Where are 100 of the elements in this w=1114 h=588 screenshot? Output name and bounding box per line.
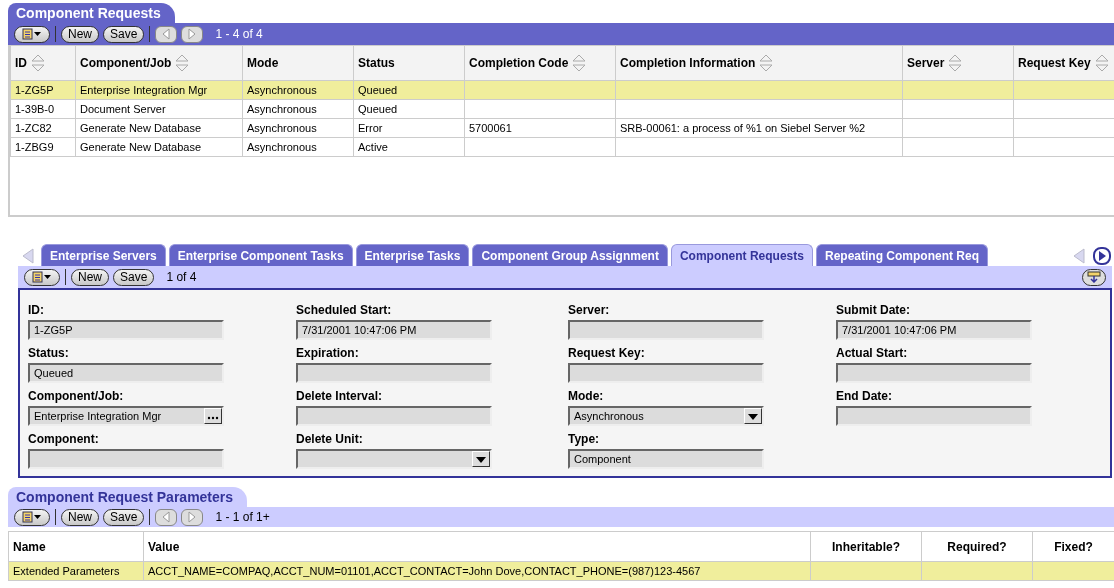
text-field[interactable] [296, 406, 492, 426]
table-cell: Active [353, 137, 465, 157]
table-cell: Queued [353, 99, 465, 119]
picker-field[interactable]: Enterprise Integration Mgr [28, 406, 224, 426]
field-label: Server: [568, 303, 610, 317]
table-cell: 1-ZC82 [10, 118, 76, 138]
field-label: Submit Date: [836, 303, 910, 317]
tab[interactable]: Component Group Assignment [472, 244, 668, 266]
sort-icon [1094, 54, 1109, 72]
text-field[interactable] [836, 363, 1032, 383]
column-header[interactable]: Component/Job [75, 45, 243, 81]
column-header[interactable]: Request Key [1013, 45, 1114, 81]
tab[interactable]: Repeating Component Req [815, 244, 988, 266]
caret-icon [474, 454, 488, 464]
save-button[interactable]: Save [103, 508, 145, 526]
menu-icon [32, 271, 52, 283]
sort-icon [572, 54, 587, 72]
left-arrow-icon [161, 511, 172, 523]
left-arrow-icon [1071, 247, 1087, 265]
collapse-icon [1087, 271, 1101, 283]
dropdown-field[interactable] [296, 449, 492, 469]
table-cell: Asynchronous [242, 118, 354, 138]
next-button[interactable] [181, 508, 204, 526]
menu-button[interactable] [24, 268, 60, 286]
tab[interactable]: Enterprise Component Tasks [168, 244, 353, 266]
column-header[interactable]: Value [143, 531, 811, 562]
left-arrow-icon [161, 28, 172, 40]
caret-icon [746, 411, 760, 421]
field-label: Component/Job: [28, 389, 124, 403]
record-count: 1 of 4 [166, 270, 197, 284]
menu-icon [22, 511, 42, 523]
new-button[interactable]: New [61, 25, 99, 43]
column-header[interactable]: Mode [242, 45, 354, 81]
field-label: Delete Unit: [296, 432, 363, 446]
text-field[interactable] [836, 406, 1032, 426]
field-label: Mode: [568, 389, 604, 403]
right-arrow-icon [187, 511, 198, 523]
field-label: Type: [568, 432, 600, 446]
column-header[interactable]: Server [902, 45, 1014, 81]
column-header[interactable]: Required? [921, 531, 1033, 562]
table-cell: 1-ZBG9 [10, 137, 76, 157]
menu-icon [22, 28, 42, 40]
previous-button[interactable] [155, 508, 178, 526]
text-field[interactable]: 1-ZG5P [28, 320, 224, 340]
table-cell: 5700061 [464, 118, 616, 138]
table-cell: Asynchronous [242, 137, 354, 157]
record-count: 1 - 4 of 4 [215, 27, 263, 41]
record-count: 1 - 1 of 1+ [215, 510, 270, 524]
column-header[interactable]: Status [353, 45, 465, 81]
dropdown-button[interactable] [472, 451, 490, 467]
text-field[interactable] [28, 449, 224, 469]
table-cell: Error [353, 118, 465, 138]
next-button[interactable] [181, 25, 204, 43]
text-field[interactable] [568, 363, 764, 383]
save-button[interactable]: Save [113, 268, 155, 286]
field-label: Expiration: [296, 346, 359, 360]
sort-icon [175, 54, 190, 72]
menu-button[interactable] [14, 25, 50, 43]
sort-icon [948, 54, 963, 72]
field-label: Actual Start: [836, 346, 908, 360]
text-field[interactable]: Queued [28, 363, 224, 383]
table-cell: Document Server [75, 99, 243, 119]
column-header[interactable]: Completion Code [464, 45, 616, 81]
new-button[interactable]: New [71, 268, 109, 286]
text-field[interactable] [568, 320, 764, 340]
previous-button[interactable] [155, 25, 178, 43]
right-arrow-icon [187, 28, 198, 40]
left-arrow-icon [20, 247, 36, 265]
table-cell: 1-39B-0 [10, 99, 76, 119]
sort-icon [759, 54, 774, 72]
column-header[interactable]: Fixed? [1032, 531, 1114, 562]
column-header[interactable]: Name [8, 531, 144, 562]
picker-button[interactable] [204, 408, 222, 424]
text-field[interactable]: 7/31/2001 10:47:06 PM [296, 320, 492, 340]
dropdown-button[interactable] [744, 408, 762, 424]
table-cell: Asynchronous [242, 99, 354, 119]
scroll-right-button[interactable] [1092, 246, 1112, 266]
tab[interactable]: Component Requests [670, 244, 813, 266]
applet-title: Component Requests [8, 3, 175, 23]
collapse-button[interactable] [1082, 268, 1106, 286]
menu-button[interactable] [14, 508, 50, 526]
text-field[interactable]: 7/31/2001 10:47:06 PM [836, 320, 1032, 340]
field-label: Status: [28, 346, 69, 360]
column-header[interactable]: Inheritable? [810, 531, 922, 562]
save-button[interactable]: Save [103, 25, 145, 43]
field-label: End Date: [836, 389, 892, 403]
text-field[interactable] [296, 363, 492, 383]
new-button[interactable]: New [61, 508, 99, 526]
dropdown-field[interactable]: Asynchronous [568, 406, 764, 426]
field-label: ID: [28, 303, 44, 317]
text-field[interactable]: Component [568, 449, 764, 469]
tab[interactable]: Enterprise Servers [41, 244, 166, 266]
field-label: Scheduled Start: [296, 303, 392, 317]
applet-title: Component Request Parameters [8, 487, 248, 507]
column-header[interactable]: ID [10, 45, 76, 81]
column-header[interactable]: Completion Information [615, 45, 903, 81]
sort-icon [31, 54, 45, 72]
field-label: Request Key: [568, 346, 645, 360]
tab[interactable]: Enterprise Tasks [355, 244, 470, 266]
field-label: Delete Interval: [296, 389, 383, 403]
